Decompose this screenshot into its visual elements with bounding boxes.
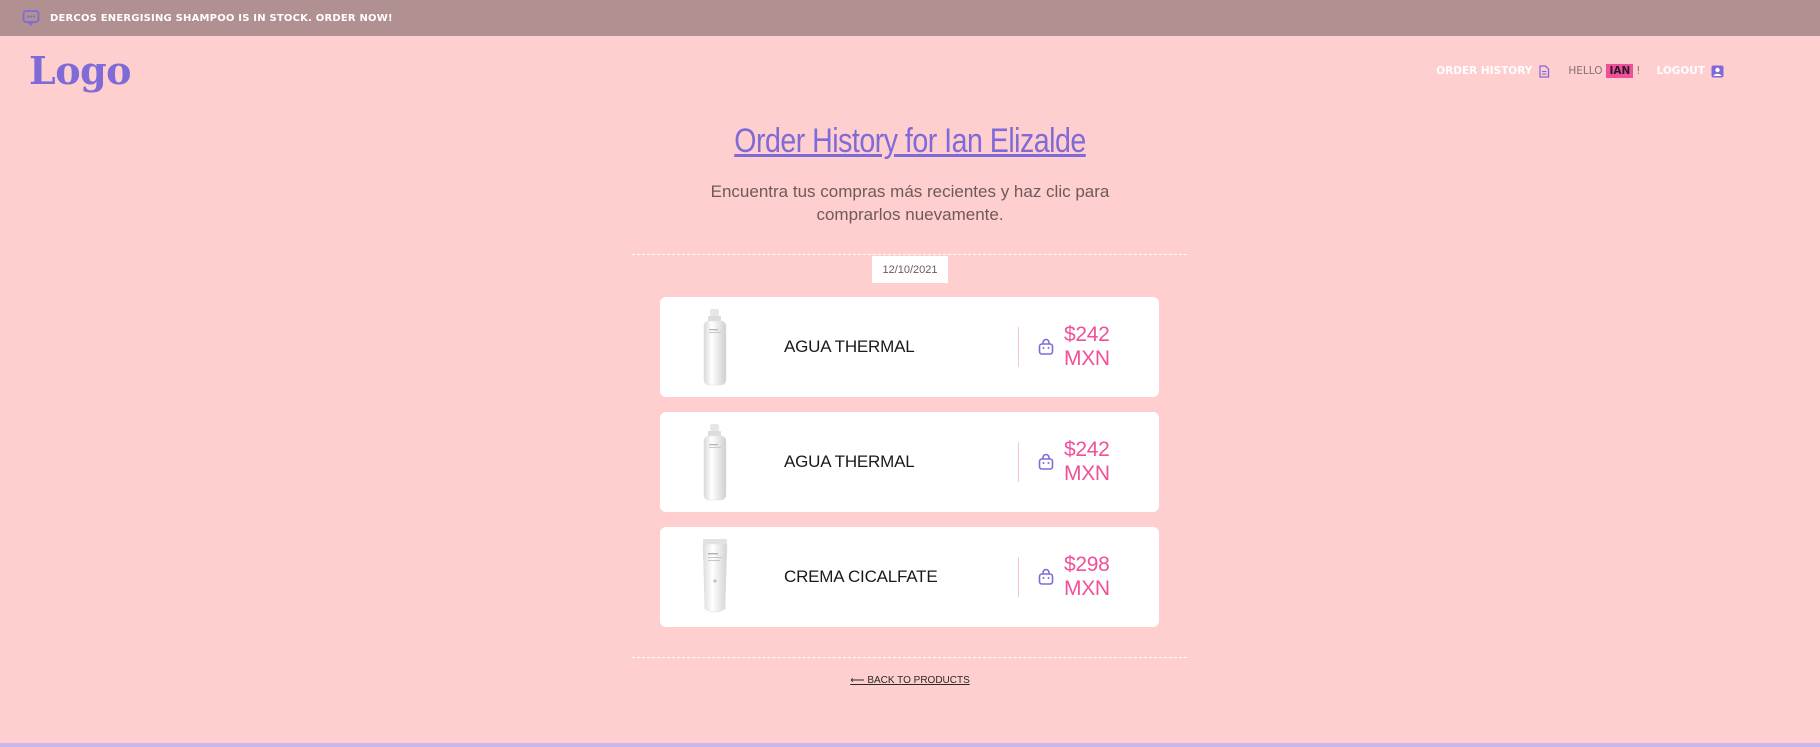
divider-top [632,254,1187,255]
greeting-prefix: Hello [1568,65,1603,77]
buy-again[interactable]: $242 MXN [1037,297,1159,397]
product-price: $298 MXN [1064,553,1110,600]
order-item-card[interactable]: Agua Thermal $242 MXN [660,412,1159,512]
order-item-card[interactable]: Crema Cicalfate $298 MXN [660,527,1159,627]
back-link-container: ⟵ Back to products [0,670,1820,688]
shopping-bag-icon[interactable] [1037,568,1055,586]
card-divider [1018,442,1019,482]
user-name-badge: Ian [1606,64,1634,78]
order-date-badge: 12/10/2021 [872,256,948,283]
greeting: Hello Ian ! [1568,64,1641,78]
buy-again[interactable]: $242 MXN [1037,412,1159,512]
product-image-spray[interactable] [696,420,734,504]
card-divider [1018,557,1019,597]
footer-strip [0,743,1820,747]
product-price: $242 MXN [1064,323,1110,370]
buy-again[interactable]: $298 MXN [1037,527,1159,627]
logo[interactable]: Logo [29,48,131,93]
order-history-link[interactable]: Order history [1436,64,1550,78]
shopping-bag-icon[interactable] [1037,453,1055,471]
chat-icon [22,9,40,27]
product-name[interactable]: Agua Thermal [784,297,915,397]
product-name[interactable]: Agua Thermal [784,412,915,512]
announcement-text: Dercos energising shampoo is in stock. O… [50,12,393,24]
product-image-spray[interactable] [696,305,734,389]
back-to-products-link[interactable]: ⟵ Back to products [850,675,970,686]
page-title: Order History for Ian Elizalde [734,122,1086,160]
card-divider [1018,327,1019,367]
product-image-tube[interactable] [696,535,734,619]
order-item-card[interactable]: Agua Thermal $242 MXN [660,297,1159,397]
shopping-bag-icon[interactable] [1037,338,1055,356]
product-price: $242 MXN [1064,438,1110,485]
divider-bottom [632,657,1187,658]
user-icon [1711,65,1724,77]
document-icon [1539,64,1550,78]
page-subtitle: Encuentra tus compras más recientes y ha… [710,182,1110,224]
order-history-label: Order history [1436,65,1533,77]
logout-link[interactable]: Logout [1657,65,1724,78]
top-nav: Order history Hello Ian ! Logout [1436,64,1724,78]
greeting-suffix: ! [1636,65,1641,77]
announcement-bar: Dercos energising shampoo is in stock. O… [0,0,1820,36]
product-name[interactable]: Crema Cicalfate [784,527,938,627]
logout-label: Logout [1656,65,1705,77]
